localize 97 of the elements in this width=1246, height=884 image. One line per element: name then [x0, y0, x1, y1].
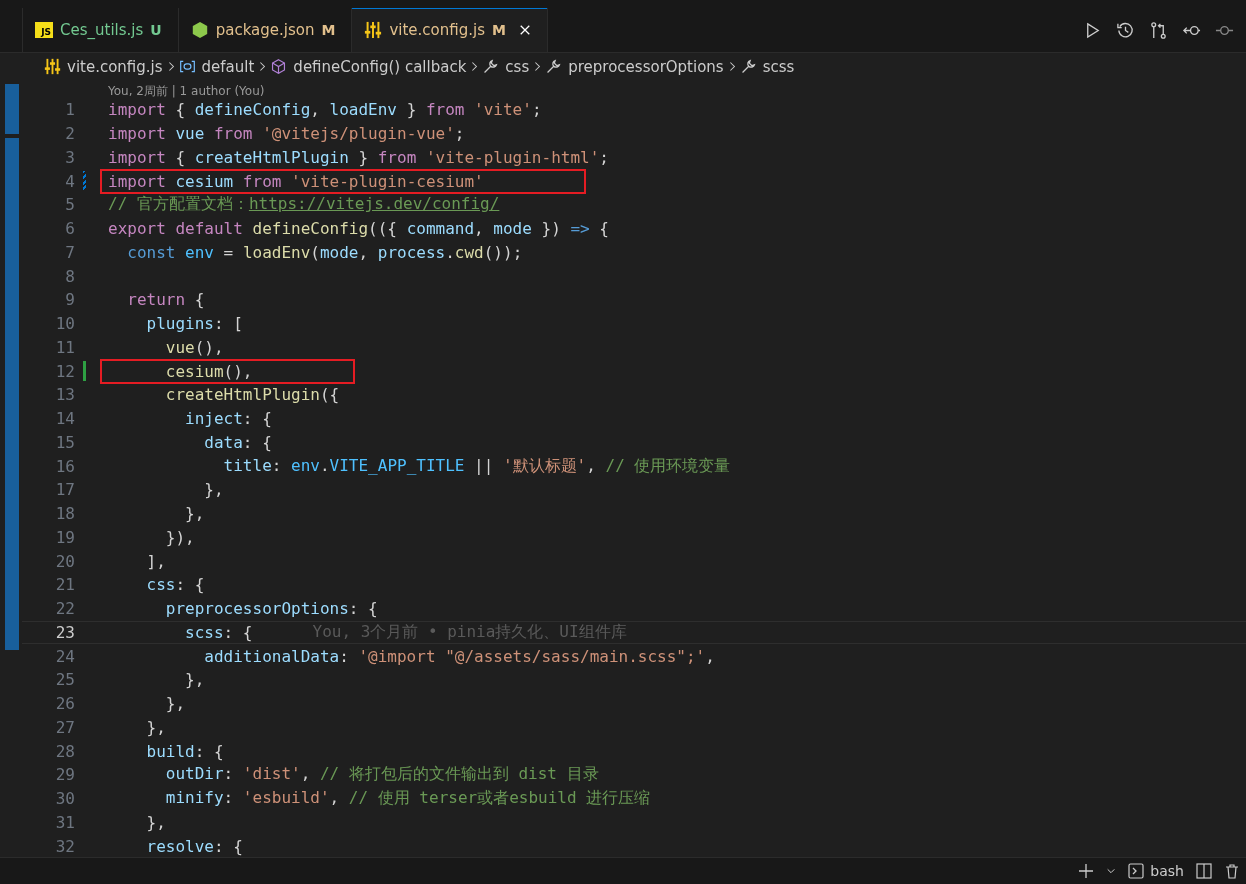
code-line: },	[164, 694, 186, 714]
line-number: 26	[54, 694, 75, 714]
sliders-icon	[44, 58, 61, 75]
code-line: css: {	[145, 575, 205, 595]
code-line: }),	[164, 527, 195, 547]
line-number: 22	[54, 599, 75, 619]
code-line: },	[184, 670, 205, 690]
code-line: ],	[145, 551, 166, 571]
code-line: resolve: {	[145, 836, 243, 856]
breadcrumb-item[interactable]: defineConfig() callback	[270, 57, 467, 76]
breadcrumb-item[interactable]: default	[178, 57, 255, 76]
hexagon-icon	[190, 21, 209, 39]
code-line: const env = loadEnv(mode, process.cwd());	[126, 242, 523, 262]
breadcrumb-item[interactable]: scss	[739, 57, 795, 76]
code-line: scss: {	[184, 622, 253, 642]
code-line: },	[145, 717, 166, 737]
module-icon	[178, 58, 196, 75]
code-line: import cesium from 'vite-plugin-cesium'	[108, 171, 484, 191]
code-line: minify: 'esbuild', // 使用 terser或者esbuild 进行压缩	[164, 788, 651, 810]
line-number: 23	[54, 622, 75, 642]
line-number: 32	[54, 836, 75, 856]
modified-line-marker	[83, 171, 86, 191]
split-icon[interactable]	[1196, 863, 1212, 879]
breadcrumb-item[interactable]: vite.config.js	[44, 57, 163, 76]
code-line: return {	[126, 290, 205, 310]
code-line: vue(),	[164, 337, 224, 357]
line-number: 20	[54, 551, 75, 571]
cube-icon	[270, 58, 288, 75]
chevron-icon	[258, 60, 267, 73]
wrench-icon	[545, 58, 563, 75]
chevron-icon	[533, 60, 542, 73]
line-number: 21	[54, 575, 75, 595]
code-line: build: {	[145, 741, 224, 761]
line-number: 7	[64, 242, 75, 262]
code-line: import { createHtmlPlugin } from 'vite-plugin-html';	[108, 147, 609, 167]
link[interactable]: https://vitejs.dev/config/	[248, 194, 500, 214]
chevron-down-icon[interactable]	[1106, 866, 1117, 876]
code-line: import { defineConfig, loadEnv } from 'vite';	[108, 100, 542, 120]
terminal-icon	[1128, 863, 1145, 879]
line-number: 28	[54, 741, 75, 761]
line-number: 4	[64, 171, 75, 191]
chevron-icon	[166, 60, 175, 73]
line-number: 1	[64, 100, 75, 120]
breadcrumb-item[interactable]: preprocessorOptions	[545, 57, 724, 76]
code-line: title: env.VITE_APP_TITLE || '默认标题', // 使用环境变量	[222, 455, 731, 477]
plus-icon[interactable]	[1078, 863, 1095, 879]
code-line: import vue from '@vitejs/plugin-vue';	[108, 124, 465, 144]
editor-tab[interactable]: vite.config.js M	[352, 8, 548, 52]
line-number: 3	[64, 147, 75, 167]
wrench-icon	[482, 58, 500, 75]
line-number: 10	[54, 314, 75, 334]
close-icon[interactable]	[518, 24, 531, 36]
sliders-icon	[364, 21, 383, 39]
code-line: export default defineConfig(({ command, mode }) => {	[108, 219, 609, 239]
line-number: 9	[64, 290, 75, 310]
code-line: cesium(),	[164, 361, 253, 381]
line-number: 16	[54, 456, 75, 476]
added-line-marker	[83, 361, 86, 381]
breadcrumb-item[interactable]: css	[482, 57, 530, 76]
line-number: 15	[54, 432, 75, 452]
line-number: 25	[54, 670, 75, 690]
compare-changes-icon[interactable]	[1149, 20, 1168, 40]
terminal-shell-button[interactable]: bash	[1128, 863, 1184, 879]
code-line: preprocessorOptions: {	[164, 599, 378, 619]
code-line: createHtmlPlugin({	[164, 385, 340, 405]
line-number: 17	[54, 480, 75, 500]
chevron-icon	[727, 60, 736, 73]
line-number: 11	[54, 337, 75, 357]
line-number: 8	[64, 266, 75, 286]
code-line: },	[184, 504, 205, 524]
line-number: 27	[54, 717, 75, 737]
code-line: plugins: [	[145, 314, 243, 334]
code-line: additionalData: '@import "@/assets/sass/main.scss";',	[203, 646, 715, 666]
code-line: },	[145, 812, 166, 832]
line-number: 6	[64, 219, 75, 239]
trash-icon[interactable]	[1224, 863, 1240, 879]
line-number: 14	[54, 409, 75, 429]
line-number: 31	[54, 812, 75, 832]
line-number: 19	[54, 527, 75, 547]
line-number: 13	[54, 385, 75, 405]
line-number: 2	[64, 124, 75, 144]
code-line: data: {	[203, 432, 272, 452]
line-number: 12	[54, 361, 75, 381]
code-line: },	[203, 480, 224, 500]
line-number: 5	[64, 195, 75, 215]
line-number: 29	[54, 765, 75, 785]
line-number: 24	[54, 646, 75, 666]
blame-annotation: You, 3个月前 • pinia持久化、UI组件库	[312, 621, 627, 643]
history-icon[interactable]	[1116, 20, 1135, 40]
code-line: // 官方配置文档：https://vitejs.dev/config/	[108, 194, 500, 216]
js-file-icon: JS	[35, 22, 53, 38]
chevron-icon	[470, 60, 479, 73]
code-line: inject: {	[184, 409, 272, 429]
code-line: outDir: 'dist', // 将打包后的文件输出到 dist 目录	[164, 764, 599, 786]
codelens-text[interactable]: You, 2周前 | 1 author (You)	[108, 84, 265, 98]
line-number: 30	[54, 789, 75, 809]
line-number: 18	[54, 504, 75, 524]
